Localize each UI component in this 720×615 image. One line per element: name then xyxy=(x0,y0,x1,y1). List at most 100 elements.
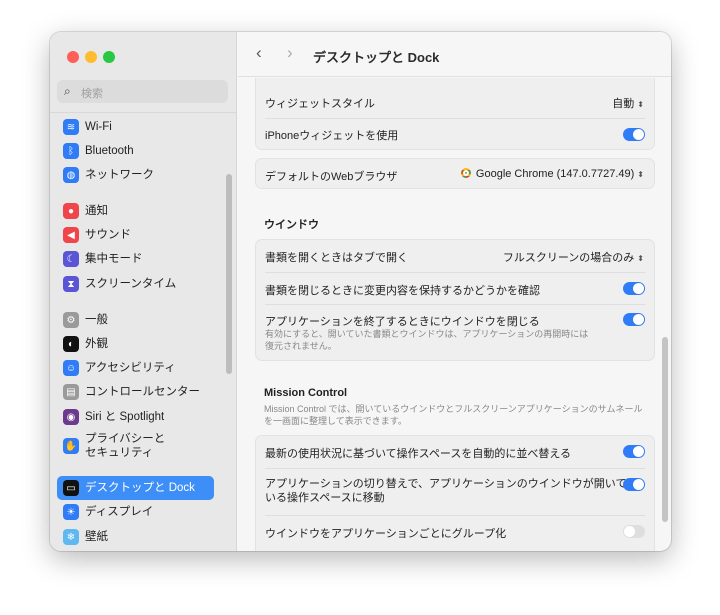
sidebar-icon: ◀ xyxy=(63,227,79,243)
widget-style-row: ウィジェットスタイル 自動 ⬍ xyxy=(256,95,654,111)
sidebar-icon: ◐ xyxy=(63,336,79,352)
sidebar-item-label: 外観 xyxy=(85,338,108,350)
sidebar-item[interactable]: ● 通知 xyxy=(57,199,214,223)
group-by-app-toggle[interactable] xyxy=(623,525,645,538)
label: いる操作スペースに移動 xyxy=(265,492,385,504)
main-scrollbar[interactable] xyxy=(662,337,668,522)
desc-line: 有効にすると、開いていた書類とウインドウは、アプリケーションの再開時には xyxy=(265,329,589,339)
open-docs-tabs-select[interactable]: フルスクリーンの場合のみ ⬍ xyxy=(503,249,644,265)
widget-style-select[interactable]: 自動 ⬍ xyxy=(612,95,644,111)
sidebar-icon: ≋ xyxy=(63,119,79,135)
label: アプリケーションを終了するときにウインドウを閉じる xyxy=(265,316,540,328)
browser-group: デフォルトのWebブラウザ Google Chrome (147.0.7727.… xyxy=(255,158,655,189)
search-placeholder: 検索 xyxy=(81,88,103,100)
sidebar-scrollbar[interactable] xyxy=(226,174,232,374)
default-browser-select[interactable]: Google Chrome (147.0.7727.49) ⬍ xyxy=(460,168,644,180)
sidebar-item[interactable]: ▤ コントロールセンター xyxy=(57,380,214,404)
mission-control-group: 最新の使用状況に基づいて操作スペースを自動的に並べ替える アプリケーションの切り… xyxy=(255,435,655,551)
sidebar-icon: ❄ xyxy=(63,529,79,545)
sidebar-item[interactable]: ❄ 壁紙 xyxy=(57,525,214,549)
sidebar-item-label: Wi-Fi xyxy=(85,121,112,133)
label: アプリケーションの切り替えで、アプリケーションのウインドウが開いて xyxy=(265,478,627,490)
label: iPhoneウィジェットを使用 xyxy=(265,130,399,142)
close-button[interactable] xyxy=(67,51,79,63)
sidebar-icon: ⚙ xyxy=(63,312,79,328)
sidebar-item-label: 一般 xyxy=(85,314,108,326)
sidebar-item-label: ネットワーク xyxy=(85,169,154,181)
sidebar-icon: ☺ xyxy=(63,360,79,376)
sidebar-icon: ● xyxy=(63,203,79,219)
page-title: デスクトップと Dock xyxy=(313,50,440,65)
sidebar-item-label: コントロールセンター xyxy=(85,386,200,398)
group-by-app-row: ウインドウをアプリケーションごとにグループ化 xyxy=(265,515,645,547)
desc-line: を一画面に整理して表示できます。 xyxy=(264,416,407,426)
value: Google Chrome (147.0.7727.49) xyxy=(475,168,635,180)
updown-icon: ⬍ xyxy=(637,170,644,179)
ask-keep-changes-row: 書類を閉じるときに変更内容を保持するかどうかを確認 xyxy=(265,272,645,304)
iphone-widget-toggle[interactable] xyxy=(623,128,645,141)
sidebar-item[interactable]: ≋ Wi-Fi xyxy=(57,115,214,139)
search-input[interactable]: ⌕ 検索 xyxy=(57,80,228,103)
windows-group: 書類を開くときはタブで開く フルスクリーンの場合のみ ⬍ 書類を閉じるときに変更内容… xyxy=(255,239,655,361)
sidebar-item[interactable]: ◐ 外観 xyxy=(57,332,214,356)
updown-icon: ⬍ xyxy=(637,100,644,109)
sidebar-item[interactable]: ⚙ 一般 xyxy=(57,308,214,332)
sidebar-icon: ◉ xyxy=(63,409,79,425)
sidebar-item-label: ディスプレイ xyxy=(85,506,154,518)
label: ウィジェットスタイル xyxy=(265,98,375,110)
sidebar-item[interactable]: ◀ サウンド xyxy=(57,223,214,247)
sidebar-item[interactable]: ✋ プライバシーと セキュリティ xyxy=(57,429,214,463)
sidebar-icon: ᛒ xyxy=(63,143,79,159)
label: 最新の使用状況に基づいて操作スペースを自動的に並べ替える xyxy=(265,448,572,460)
sidebar-item-label: 通知 xyxy=(85,205,108,217)
back-button[interactable]: ‹ xyxy=(256,43,262,63)
default-browser-row: デフォルトのWebブラウザ Google Chrome (147.0.7727.… xyxy=(256,168,654,184)
sidebar: ⌕ 検索 ≋ Wi-Fi ᛒ Bluetooth ◍ ネットワーク ● 通知 ◀ サウンド ☾ 集中モー… xyxy=(50,32,237,551)
mission-control-header: Mission Control xyxy=(264,387,348,399)
label: ウインドウをアプリケーションごとにグループ化 xyxy=(265,528,507,540)
value: フルスクリーンの場合のみ xyxy=(502,252,635,264)
sidebar-icon: ◍ xyxy=(63,167,79,183)
zoom-button[interactable] xyxy=(103,51,115,63)
desc-line: 復元されません。 xyxy=(265,341,337,351)
sidebar-icon: ⧗ xyxy=(63,276,79,292)
sidebar-icon: ☾ xyxy=(63,251,79,267)
sidebar-item-label: サウンド xyxy=(85,229,131,241)
sidebar-item-label: プライバシーと セキュリティ xyxy=(85,433,166,459)
forward-button[interactable]: › xyxy=(287,43,293,63)
mission-control-description: Mission Control では、開いているウインドウとフルスクリーンアプリ… xyxy=(264,403,642,427)
settings-window: ⌕ 検索 ≋ Wi-Fi ᛒ Bluetooth ◍ ネットワーク ● 通知 ◀ サウンド ☾ 集中モー… xyxy=(50,32,671,551)
sidebar-icon: ▤ xyxy=(63,384,79,400)
sidebar-item-label: 集中モード xyxy=(85,253,143,265)
sidebar-item-label: デスクトップと Dock xyxy=(85,482,195,494)
toolbar: ‹ › デスクトップと Dock xyxy=(238,32,671,77)
open-docs-tabs-row: 書類を開くときはタブで開く フルスクリーンの場合のみ ⬍ xyxy=(256,249,654,265)
sidebar-item[interactable]: ☾ 集中モード xyxy=(57,247,214,271)
sidebar-icon: ▭ xyxy=(63,480,79,496)
value: 自動 xyxy=(612,98,635,110)
sidebar-item[interactable]: ☺ アクセシビリティ xyxy=(57,356,214,380)
label: 書類を閉じるときに変更内容を保持するかどうかを確認 xyxy=(265,285,540,297)
switch-space-toggle[interactable] xyxy=(623,478,645,491)
sidebar-item[interactable]: ◉ Siri と Spotlight xyxy=(57,405,214,429)
sidebar-icon: ✋ xyxy=(63,438,79,454)
iphone-widget-row: iPhoneウィジェットを使用 xyxy=(265,118,645,149)
close-windows-description: 有効にすると、開いていた書類とウインドウは、アプリケーションの再開時には 復元され… xyxy=(265,328,588,352)
minimize-button[interactable] xyxy=(85,51,97,63)
sidebar-item[interactable]: ⧗ スクリーンタイム xyxy=(57,272,214,296)
updown-icon: ⬍ xyxy=(637,254,644,263)
label: デフォルトのWebブラウザ xyxy=(265,171,398,183)
auto-rearrange-toggle[interactable] xyxy=(623,445,645,458)
sidebar-item[interactable]: ☀ ディスプレイ xyxy=(57,500,214,524)
sidebar-item[interactable]: ◍ ネットワーク xyxy=(57,163,214,187)
sidebar-item-label: アクセシビリティ xyxy=(85,362,176,374)
ask-keep-changes-toggle[interactable] xyxy=(623,282,645,295)
sidebar-item-label: Bluetooth xyxy=(85,145,134,157)
sidebar-item-label: Siri と Spotlight xyxy=(85,411,165,423)
close-windows-toggle[interactable] xyxy=(623,313,645,326)
sidebar-item-label: 壁紙 xyxy=(85,531,108,543)
switch-space-row: アプリケーションの切り替えで、アプリケーションのウインドウが開いて いる操作スペー… xyxy=(265,468,645,515)
sidebar-item[interactable]: ▭ デスクトップと Dock xyxy=(57,476,214,500)
sidebar-item[interactable]: ᛒ Bluetooth xyxy=(57,139,214,163)
sidebar-icon: ☀ xyxy=(63,504,79,520)
